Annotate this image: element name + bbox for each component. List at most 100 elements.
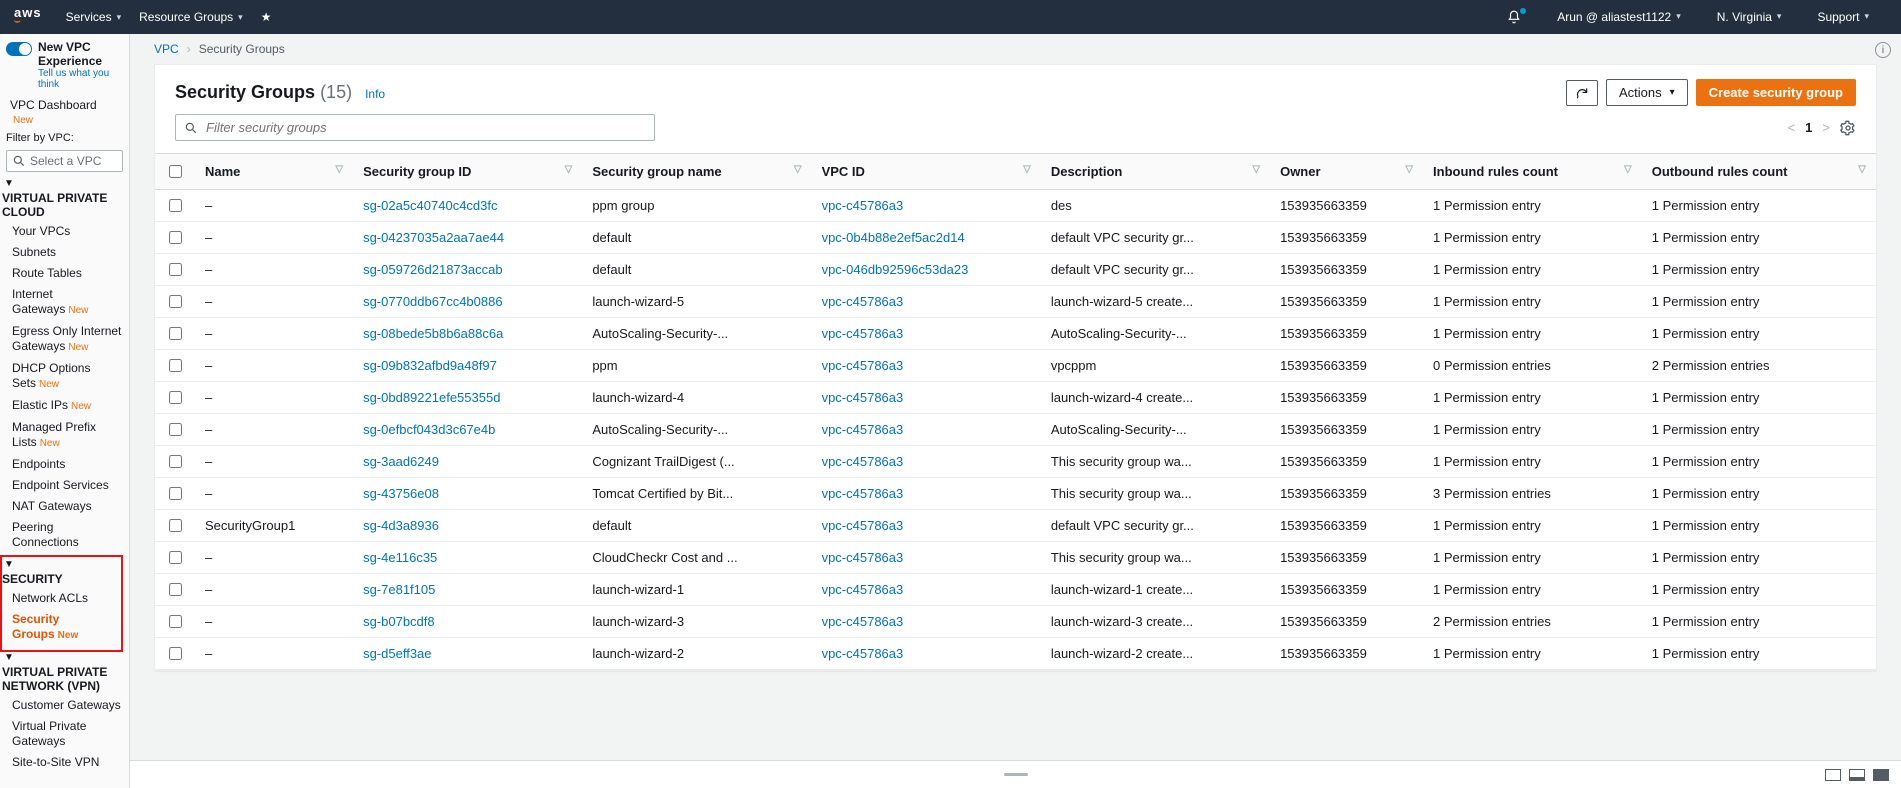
experience-toggle[interactable] [6, 42, 32, 56]
sidebar-item[interactable]: Egress Only Internet GatewaysNew [0, 321, 129, 358]
column-header[interactable]: Security group ID▽ [353, 154, 582, 190]
sidebar-item[interactable]: Endpoint Services [0, 475, 129, 496]
cell-sgid-link[interactable]: sg-0770ddb67cc4b0886 [363, 294, 503, 309]
actions-button[interactable]: Actions [1606, 79, 1688, 106]
cell-vpc-link[interactable]: vpc-0b4b88e2ef5ac2d14 [822, 230, 965, 245]
sidebar-item[interactable]: Network ACLs [0, 588, 129, 609]
column-header[interactable]: Owner▽ [1270, 154, 1423, 190]
section-collapse-icon[interactable]: ▼ [0, 652, 129, 663]
nav-resource-groups[interactable]: Resource Groups ▾ [139, 10, 243, 24]
sort-icon[interactable]: ▽ [1023, 164, 1031, 175]
row-checkbox[interactable] [169, 647, 182, 660]
layout-icon-1[interactable] [1825, 769, 1841, 781]
pin-icon[interactable]: ★ [261, 10, 272, 24]
cell-sgid-link[interactable]: sg-4d3a8936 [363, 518, 439, 533]
panel-info-link[interactable]: Info [365, 87, 385, 101]
cell-sgid-link[interactable]: sg-d5eff3ae [363, 646, 431, 661]
sort-icon[interactable]: ▽ [1624, 164, 1632, 175]
vpc-filter-select[interactable]: Select a VPC [6, 150, 123, 172]
sidebar-item[interactable]: Peering Connections [0, 517, 129, 553]
sort-icon[interactable]: ▽ [565, 164, 573, 175]
sort-icon[interactable]: ▽ [1405, 164, 1413, 175]
column-header[interactable]: Inbound rules count▽ [1423, 154, 1642, 190]
cell-vpc-link[interactable]: vpc-c45786a3 [822, 390, 904, 405]
table-row[interactable]: –sg-059726d21873accabdefaultvpc-046db925… [155, 254, 1876, 286]
row-checkbox[interactable] [169, 551, 182, 564]
cell-sgid-link[interactable]: sg-b07bcdf8 [363, 614, 435, 629]
sidebar-item[interactable]: DHCP Options SetsNew [0, 358, 129, 395]
cell-vpc-link[interactable]: vpc-c45786a3 [822, 454, 904, 469]
column-header[interactable]: VPC ID▽ [812, 154, 1041, 190]
sidebar-item[interactable]: NAT Gateways [0, 496, 129, 517]
cell-vpc-link[interactable]: vpc-c45786a3 [822, 326, 904, 341]
cell-sgid-link[interactable]: sg-08bede5b8b6a88c6a [363, 326, 503, 341]
table-row[interactable]: –sg-08bede5b8b6a88c6aAutoScaling-Securit… [155, 318, 1876, 350]
cell-vpc-link[interactable]: vpc-c45786a3 [822, 582, 904, 597]
cell-vpc-link[interactable]: vpc-046db92596c53da23 [822, 262, 969, 277]
cell-vpc-link[interactable]: vpc-c45786a3 [822, 358, 904, 373]
table-row[interactable]: –sg-0bd89221efe55355dlaunch-wizard-4vpc-… [155, 382, 1876, 414]
table-scroll[interactable]: Name▽Security group ID▽Security group na… [155, 153, 1876, 670]
cell-sgid-link[interactable]: sg-3aad6249 [363, 454, 439, 469]
sidebar-item[interactable]: Site-to-Site VPN [0, 752, 129, 773]
cell-vpc-link[interactable]: vpc-c45786a3 [822, 614, 904, 629]
sidebar-item[interactable]: Your VPCs [0, 221, 129, 242]
info-panel-button[interactable]: i [1875, 42, 1891, 58]
nav-account[interactable]: Arun @ aliastest1122 ▾ [1557, 10, 1681, 24]
sidebar-item[interactable]: Subnets [0, 242, 129, 263]
cell-vpc-link[interactable]: vpc-c45786a3 [822, 550, 904, 565]
cell-vpc-link[interactable]: vpc-c45786a3 [822, 422, 904, 437]
experience-feedback-link[interactable]: Tell us what you think [38, 68, 123, 90]
layout-icon-3[interactable] [1873, 769, 1889, 781]
cell-vpc-link[interactable]: vpc-c45786a3 [822, 198, 904, 213]
bottom-panel[interactable] [130, 760, 1901, 788]
sidebar-item[interactable]: Managed Prefix ListsNew [0, 417, 129, 454]
cell-sgid-link[interactable]: sg-059726d21873accab [363, 262, 503, 277]
table-row[interactable]: –sg-04237035a2aa7ae44defaultvpc-0b4b88e2… [155, 222, 1876, 254]
aws-logo[interactable]: aws ⌣ [14, 8, 42, 27]
settings-button[interactable] [1840, 120, 1856, 136]
section-collapse-icon[interactable]: ▼ [0, 559, 129, 570]
row-checkbox[interactable] [169, 199, 182, 212]
table-row[interactable]: –sg-7e81f105launch-wizard-1vpc-c45786a3l… [155, 574, 1876, 606]
section-collapse-icon[interactable]: ▼ [0, 178, 129, 189]
cell-sgid-link[interactable]: sg-09b832afbd9a48f97 [363, 358, 497, 373]
create-security-group-button[interactable]: Create security group [1696, 79, 1856, 106]
row-checkbox[interactable] [169, 615, 182, 628]
select-all-checkbox[interactable] [169, 165, 182, 178]
vpc-dashboard-link[interactable]: VPC Dashboard New [0, 92, 129, 130]
table-row[interactable]: –sg-02a5c40740c4cd3fcppm groupvpc-c45786… [155, 190, 1876, 222]
row-checkbox[interactable] [169, 359, 182, 372]
resize-grip-icon[interactable] [1004, 773, 1028, 776]
nav-region[interactable]: N. Virginia ▾ [1717, 10, 1782, 24]
sort-icon[interactable]: ▽ [794, 164, 802, 175]
layout-icon-2[interactable] [1849, 769, 1865, 781]
sidebar-item[interactable]: Endpoints [0, 454, 129, 475]
table-row[interactable]: –sg-43756e08Tomcat Certified by Bit...vp… [155, 478, 1876, 510]
table-row[interactable]: SecurityGroup1sg-4d3a8936defaultvpc-c457… [155, 510, 1876, 542]
cell-vpc-link[interactable]: vpc-c45786a3 [822, 486, 904, 501]
sort-icon[interactable]: ▽ [1252, 164, 1260, 175]
cell-vpc-link[interactable]: vpc-c45786a3 [822, 646, 904, 661]
table-row[interactable]: –sg-0efbcf043d3c67e4bAutoScaling-Securit… [155, 414, 1876, 446]
sidebar-item[interactable]: Elastic IPsNew [0, 395, 129, 417]
row-checkbox[interactable] [169, 583, 182, 596]
row-checkbox[interactable] [169, 423, 182, 436]
nav-support[interactable]: Support ▾ [1817, 10, 1869, 24]
table-row[interactable]: –sg-4e116c35CloudCheckr Cost and ...vpc-… [155, 542, 1876, 574]
nav-services[interactable]: Services ▾ [66, 10, 122, 24]
column-header[interactable]: Name▽ [195, 154, 353, 190]
page-next-button[interactable]: > [1822, 120, 1830, 135]
sidebar-item[interactable]: Route Tables [0, 263, 129, 284]
row-checkbox[interactable] [169, 519, 182, 532]
row-checkbox[interactable] [169, 295, 182, 308]
column-header[interactable]: Description▽ [1041, 154, 1270, 190]
row-checkbox[interactable] [169, 263, 182, 276]
table-row[interactable]: –sg-d5eff3aelaunch-wizard-2vpc-c45786a3l… [155, 638, 1876, 670]
cell-sgid-link[interactable]: sg-0bd89221efe55355d [363, 390, 500, 405]
cell-sgid-link[interactable]: sg-02a5c40740c4cd3fc [363, 198, 497, 213]
sort-icon[interactable]: ▽ [335, 164, 343, 175]
sort-icon[interactable]: ▽ [1858, 164, 1866, 175]
refresh-button[interactable] [1566, 80, 1598, 106]
cell-vpc-link[interactable]: vpc-c45786a3 [822, 518, 904, 533]
